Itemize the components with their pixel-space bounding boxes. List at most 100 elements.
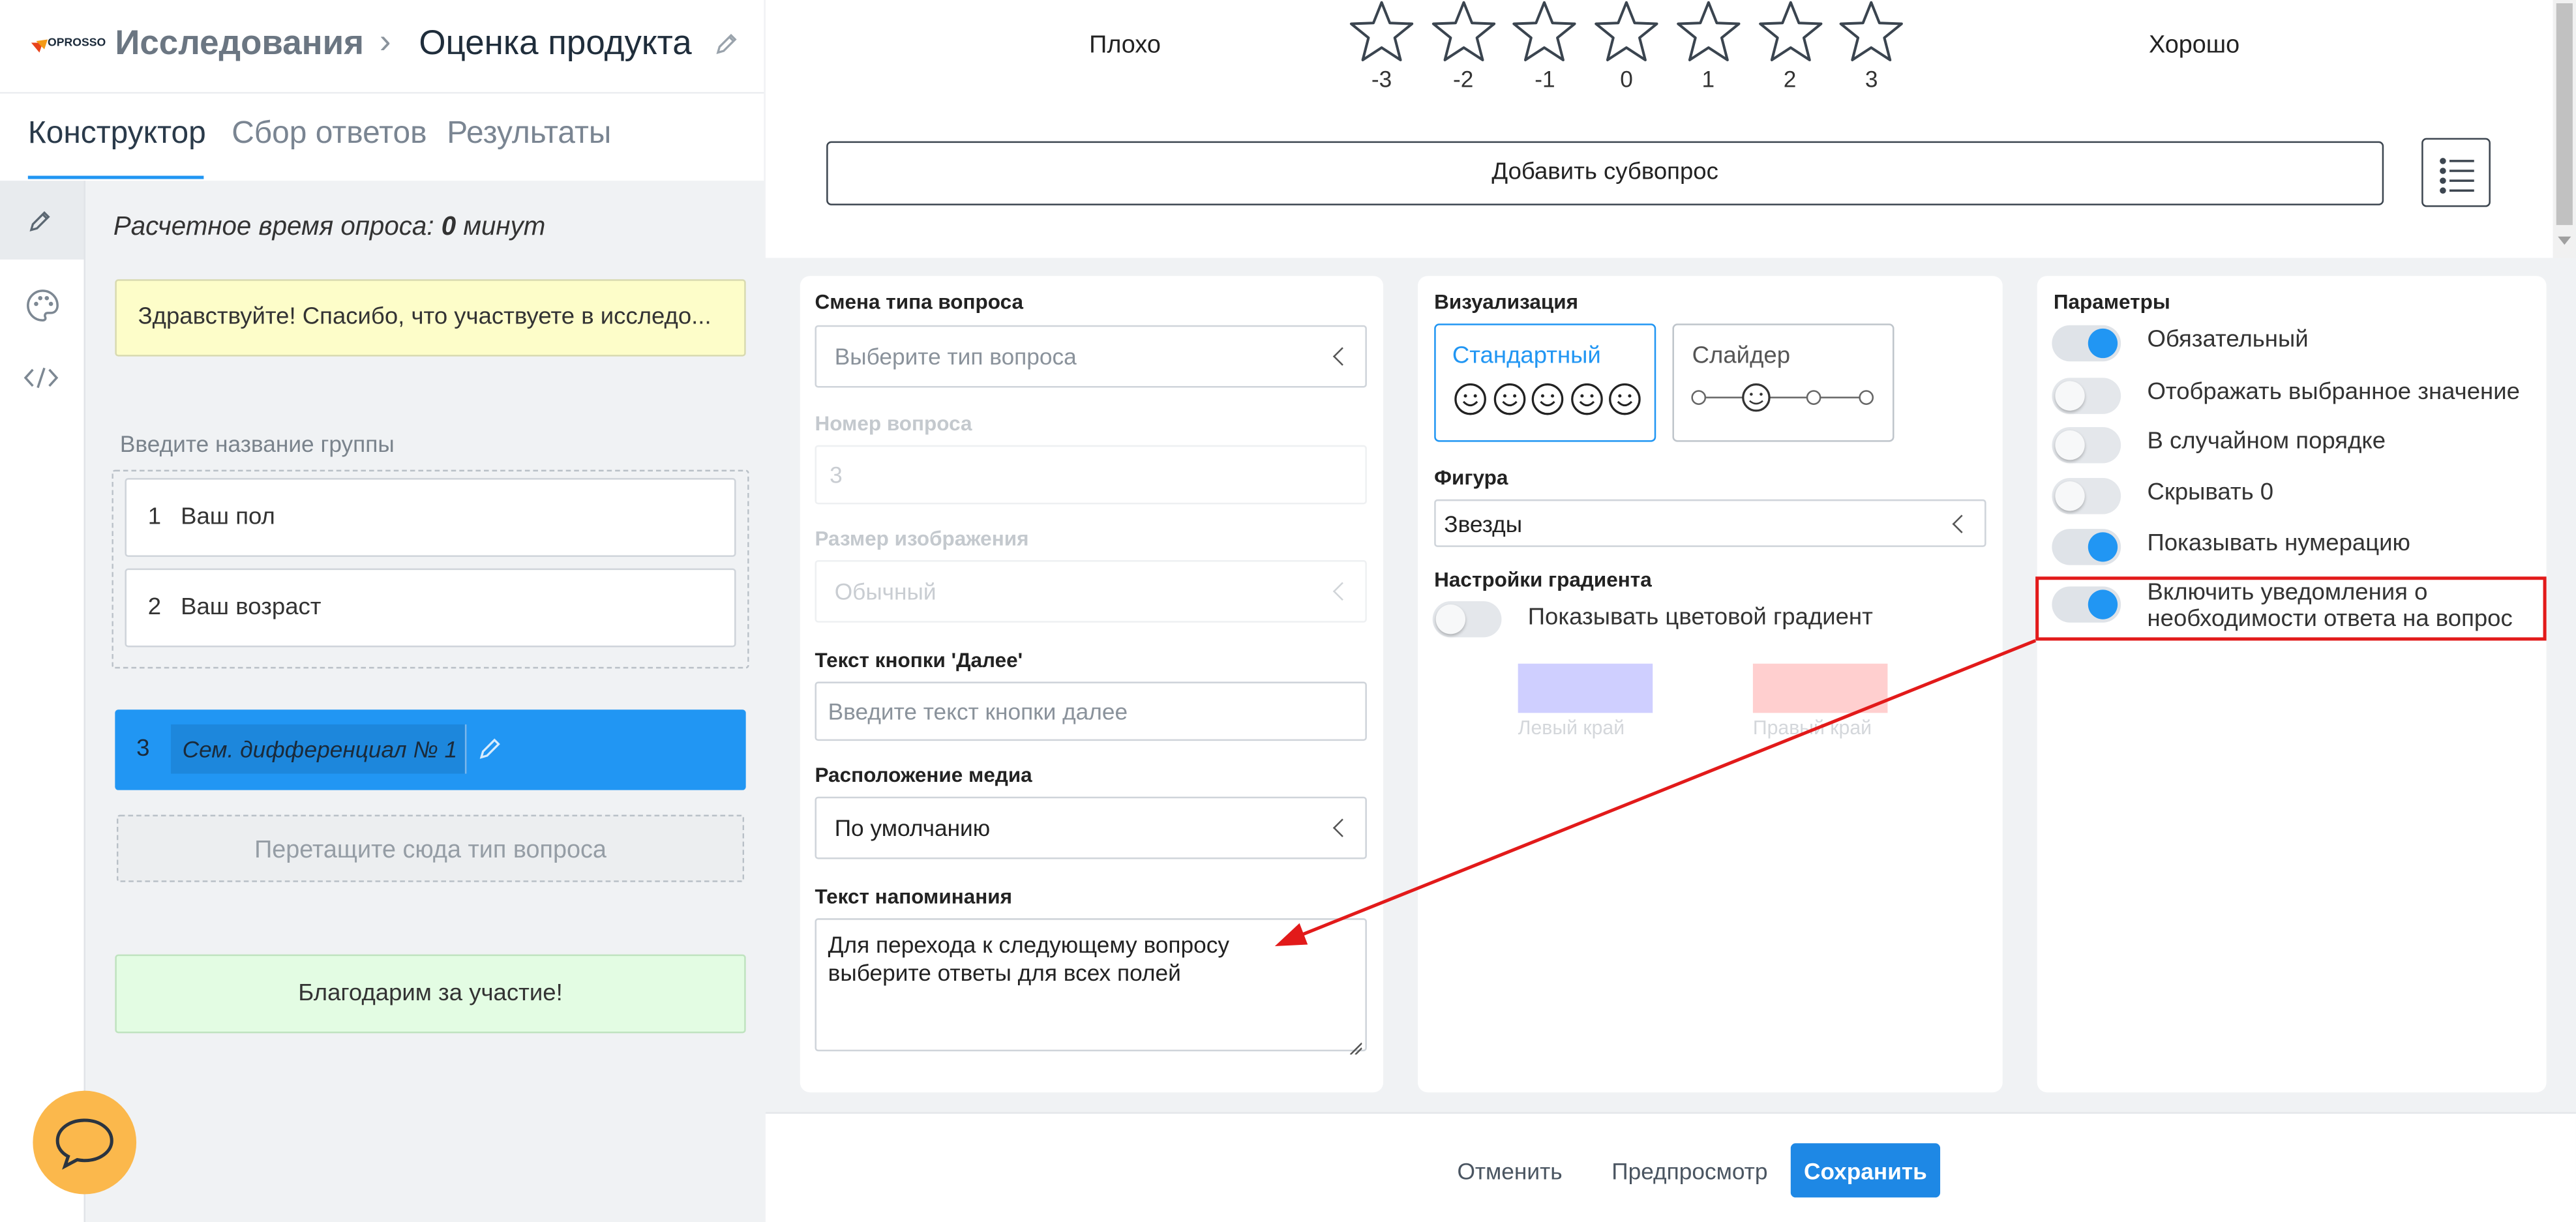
save-button-label: Сохранить	[1804, 1157, 1927, 1185]
parameters-title: Параметры	[2053, 290, 2170, 314]
star-option[interactable]	[1347, 0, 1416, 66]
param-toggle[interactable]	[2052, 325, 2121, 362]
star-option[interactable]	[1837, 0, 1906, 66]
gradient-toggle[interactable]	[1432, 601, 1502, 638]
param-label: Скрывать 0	[2147, 479, 2274, 506]
image-size-select: Обычный	[815, 560, 1367, 623]
list-view-button[interactable]	[2421, 138, 2491, 207]
estimated-time-prefix: Расчетное время опроса:	[113, 213, 434, 242]
figure-select[interactable]: Звезды	[1434, 499, 1986, 547]
next-button-text-input[interactable]: Введите текст кнопки далее	[815, 681, 1367, 741]
smiley-icon	[1529, 381, 1565, 417]
star-icon	[1431, 1, 1495, 61]
right-edge-label: Правый край	[1752, 716, 1872, 739]
palette-icon[interactable]	[25, 288, 61, 323]
cancel-button[interactable]: Отменить	[1457, 1158, 1562, 1184]
question-number-value: 3	[830, 461, 843, 488]
star-option[interactable]	[1429, 0, 1498, 66]
star-option[interactable]	[1673, 0, 1743, 66]
star-option[interactable]	[1756, 0, 1825, 66]
media-position-value: По умолчанию	[834, 814, 991, 841]
resize-handle-icon[interactable]	[1349, 1034, 1363, 1056]
reminder-textarea[interactable]: Для перехода к следующему вопросу выбери…	[815, 918, 1367, 1056]
gradient-toggle-label: Показывать цветовой градиент	[1527, 604, 1873, 631]
question-number-input: 3	[815, 445, 1367, 505]
visual-slider-option[interactable]: Слайдер	[1672, 323, 1895, 442]
welcome-block[interactable]: Здравствуйте! Спасибо, что участвуете в …	[115, 279, 746, 357]
edit-question-pencil-icon[interactable]	[475, 734, 504, 764]
question-title-box[interactable]: Сем. дифференциал № 1	[170, 724, 467, 774]
star-option[interactable]	[1592, 0, 1661, 66]
active-tab-underline	[27, 175, 204, 179]
chevron-left-icon	[1332, 347, 1352, 366]
breadcrumb-parent[interactable]: Исследования	[115, 25, 364, 64]
scale-value-label: 1	[1701, 65, 1715, 93]
gradient-settings-label: Настройки градиента	[1434, 568, 1652, 591]
thanks-text: Благодарим за участие!	[298, 980, 563, 1007]
scale-value-label: 2	[1783, 65, 1797, 93]
tab-collect[interactable]: Сбор ответов	[232, 117, 427, 153]
question-preview: Плохо Хорошо -3 -2 -1 0 1 2 3 Добавить субвопр…	[765, 0, 2553, 258]
tab-constructor[interactable]: Конструктор	[28, 117, 206, 153]
question-type-select[interactable]: Выберите тип вопроса	[815, 325, 1367, 388]
question-item-1[interactable]: 1 Ваш пол	[125, 478, 736, 557]
left-edge-label: Левый край	[1518, 716, 1625, 739]
left-edge-color-swatch	[1518, 663, 1653, 713]
preview-scrollbar[interactable]	[2553, 0, 2576, 258]
highlight-box	[2035, 576, 2547, 641]
media-position-label: Расположение медиа	[815, 764, 1032, 787]
add-subquestion-label: Добавить субвопрос	[1491, 159, 1718, 186]
save-button[interactable]: Сохранить	[1790, 1143, 1941, 1198]
thanks-block[interactable]: Благодарим за участие!	[115, 954, 746, 1034]
code-icon[interactable]	[23, 365, 59, 391]
change-type-label: Смена типа вопроса	[815, 290, 1024, 314]
media-position-select[interactable]: По умолчанию	[815, 796, 1367, 859]
question-type-placeholder: Выберите тип вопроса	[834, 343, 1077, 370]
group-name-input[interactable]: Введите название группы	[120, 430, 395, 456]
star-icon	[1840, 1, 1904, 61]
param-toggle[interactable]	[2052, 378, 2121, 414]
parameters-panel: Параметры Обязательный Отображать выбранн…	[2037, 276, 2547, 1093]
param-toggle[interactable]	[2052, 529, 2121, 565]
scale-value-label: 3	[1865, 65, 1878, 93]
star-icon	[1513, 1, 1577, 61]
question-number-label: Номер вопроса	[815, 412, 972, 436]
drop-zone-text: Перетащите сюда тип вопроса	[254, 836, 607, 865]
scale-value-label: -2	[1453, 65, 1474, 93]
param-toggle[interactable]	[2052, 478, 2121, 514]
scale-value-label: 0	[1620, 65, 1633, 93]
scroll-down-arrow-icon[interactable]	[2558, 236, 2571, 245]
add-subquestion-button[interactable]: Добавить субвопрос	[826, 141, 2384, 205]
visual-standard-option[interactable]: Стандартный	[1434, 323, 1656, 442]
question-num: 1	[147, 504, 162, 531]
question-title: Ваш возраст	[181, 594, 322, 621]
chevron-left-icon	[1332, 818, 1352, 837]
param-label: В случайном порядке	[2147, 428, 2386, 455]
param-label: Обязательный	[2147, 327, 2309, 353]
param-toggle[interactable]	[2052, 426, 2121, 464]
figure-label: Фигура	[1434, 466, 1508, 490]
chevron-left-icon	[1332, 582, 1352, 601]
scale-left-label: Плохо	[1089, 31, 1161, 59]
question-num: 3	[136, 736, 150, 762]
estimated-time: Расчетное время опроса: 0 минут	[113, 213, 546, 243]
chat-bubble-icon	[55, 1118, 113, 1170]
reminder-text-label: Текст напоминания	[815, 885, 1013, 909]
drop-zone[interactable]: Перетащите сюда тип вопроса	[116, 814, 745, 882]
tab-results[interactable]: Результаты	[447, 117, 611, 153]
scrollbar-thumb[interactable]	[2556, 3, 2573, 226]
pencil-icon	[26, 209, 52, 235]
tool-rail	[0, 181, 85, 1222]
star-option[interactable]	[1510, 0, 1580, 66]
param-label: Отображать выбранное значение	[2147, 379, 2520, 406]
smiley-icon	[1568, 381, 1604, 417]
image-size-label: Размер изображения	[815, 527, 1029, 550]
image-size-value: Обычный	[834, 578, 936, 605]
chat-button[interactable]	[33, 1090, 137, 1195]
preview-button[interactable]: Предпросмотр	[1611, 1158, 1767, 1184]
edit-title-pencil-icon[interactable]	[713, 31, 739, 57]
list-icon	[2440, 158, 2474, 194]
question-item-2[interactable]: 2 Ваш возраст	[125, 568, 736, 648]
active-question-item[interactable]: 3 Сем. дифференциал № 1	[115, 709, 746, 790]
scale-value-label: -3	[1371, 65, 1392, 93]
